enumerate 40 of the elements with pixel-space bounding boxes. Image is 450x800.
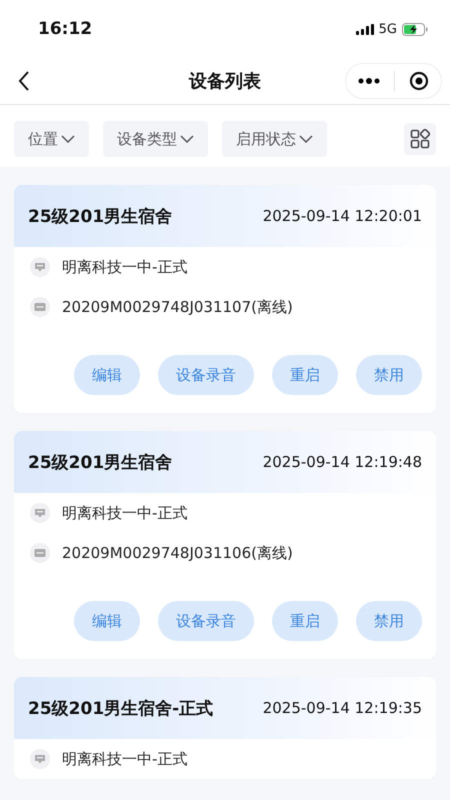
- device-name: 25级201男生宿舍-正式: [28, 698, 214, 720]
- school-icon: [30, 503, 50, 523]
- device-serial: 20209M0029748J031107(离线): [62, 298, 293, 316]
- battery-icon: [402, 22, 428, 36]
- back-icon[interactable]: [18, 71, 30, 91]
- chevron-down-icon: [299, 135, 313, 143]
- filter-dropdown[interactable]: 设备类型: [103, 121, 208, 157]
- chevron-down-icon: [61, 135, 75, 143]
- school-icon: [30, 749, 50, 769]
- network-label: 5G: [378, 22, 397, 36]
- action-button[interactable]: 禁用: [356, 601, 422, 641]
- id-tag-icon: [30, 297, 50, 317]
- device-time: 2025-09-14 12:19:48: [262, 453, 422, 471]
- status-time: 16:12: [38, 19, 92, 39]
- device-time: 2025-09-14 12:20:01: [262, 207, 422, 225]
- device-serial: 20209M0029748J031106(离线): [62, 544, 293, 562]
- action-button[interactable]: 禁用: [356, 355, 422, 395]
- chevron-down-icon: [180, 135, 194, 143]
- school-icon: [30, 257, 50, 277]
- page-title: 设备列表: [189, 70, 261, 93]
- action-button[interactable]: 重启: [272, 355, 338, 395]
- more-icon[interactable]: [358, 78, 380, 84]
- filter-dropdown[interactable]: 位置: [14, 121, 89, 157]
- school-name: 明离科技一中-正式: [62, 750, 188, 768]
- action-button[interactable]: 设备录音: [158, 355, 254, 395]
- id-tag-icon: [30, 543, 50, 563]
- action-button[interactable]: 重启: [272, 601, 338, 641]
- school-name: 明离科技一中-正式: [62, 504, 188, 522]
- device-name: 25级201男生宿舍: [28, 452, 172, 474]
- grid-icon: [410, 129, 430, 149]
- target-icon[interactable]: [409, 71, 429, 91]
- action-button[interactable]: 编辑: [74, 355, 140, 395]
- device-name: 25级201男生宿舍: [28, 206, 172, 228]
- device-time: 2025-09-14 12:19:35: [262, 699, 422, 717]
- signal-icon: [356, 24, 374, 34]
- school-name: 明离科技一中-正式: [62, 258, 188, 276]
- action-button[interactable]: 编辑: [74, 601, 140, 641]
- grid-view-button[interactable]: [404, 123, 436, 155]
- filter-dropdown[interactable]: 启用状态: [222, 121, 327, 157]
- action-button[interactable]: 设备录音: [158, 601, 254, 641]
